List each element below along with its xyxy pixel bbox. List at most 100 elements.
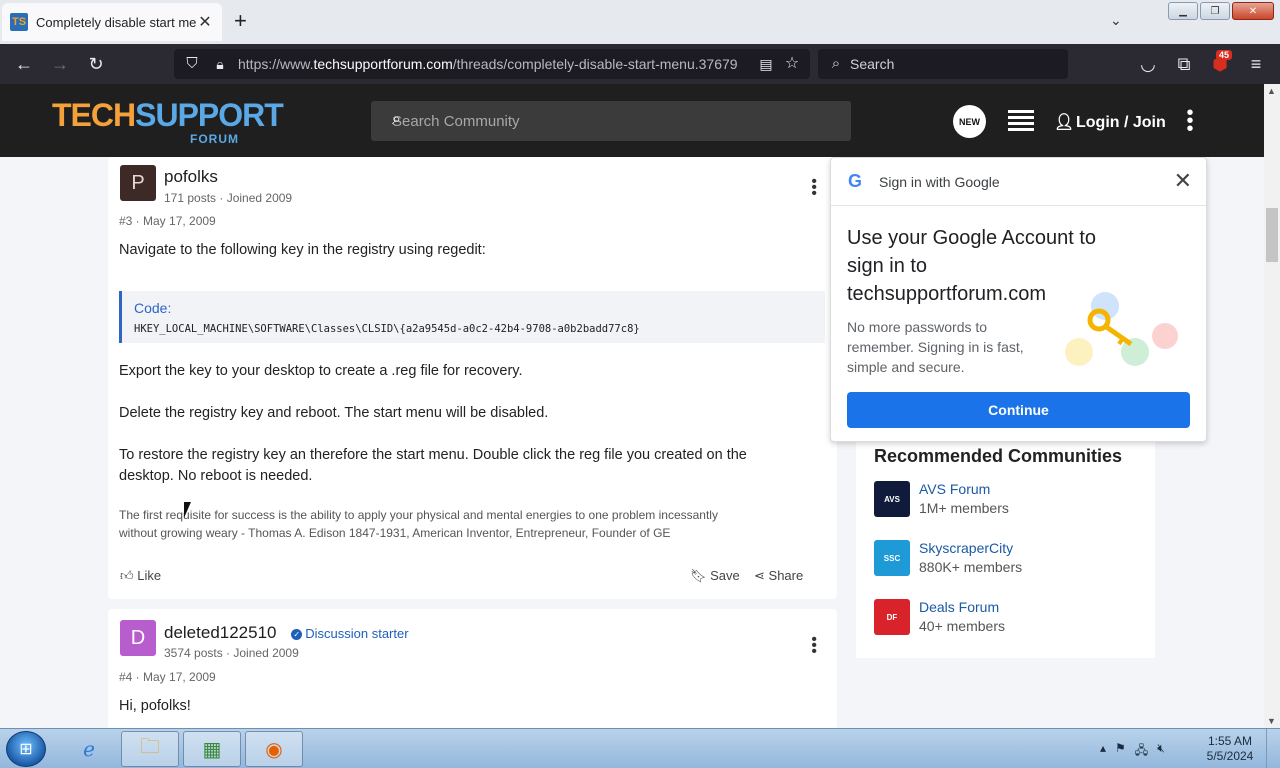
- avatar[interactable]: P: [120, 165, 156, 201]
- code-block: Code: HKEY_LOCAL_MACHINE\SOFTWARE\Classe…: [119, 291, 825, 343]
- post-user-meta: 171 posts · Joined 2009: [164, 191, 293, 205]
- back-arrow-icon[interactable]: ←: [14, 54, 34, 74]
- share-icon: ⋖: [754, 568, 765, 583]
- seven-zip-icon[interactable]: ▦: [183, 731, 241, 767]
- community-members: 40+ members: [919, 618, 1005, 634]
- post-more-options-icon[interactable]: • • •: [811, 632, 817, 660]
- forum-list-icon[interactable]: [1008, 110, 1034, 132]
- address-bar[interactable]: ⛉ 🔒︎ https://www.techsupportforum.com/th…: [174, 49, 810, 79]
- community-item-skyscrapercity[interactable]: SSC SkyscraperCity 880K+ members: [874, 540, 1144, 576]
- continue-button[interactable]: Continue: [847, 392, 1190, 428]
- site-logo[interactable]: TECHSUPPORT: [52, 98, 284, 132]
- browser-tab-bar: TS Completely disable start menu ✕ + ⌄ ▁…: [0, 0, 1280, 44]
- pocket-icon[interactable]: ◡: [1138, 54, 1158, 74]
- post-text-greeting: Hi, pofolks!: [119, 698, 191, 714]
- community-name[interactable]: Deals Forum: [919, 599, 999, 615]
- post-card: P pofolks 171 posts · Joined 2009 • • • #3…: [108, 157, 837, 599]
- recommended-title: Recommended Communities: [874, 446, 1123, 466]
- new-tab-plus-icon[interactable]: +: [234, 10, 247, 32]
- action-center-flag-icon[interactable]: ⚑: [1115, 741, 1126, 762]
- post-more-options-icon[interactable]: • • •: [811, 174, 817, 202]
- close-icon[interactable]: ✕: [1174, 168, 1192, 194]
- save-button[interactable]: 🔖︎ Save: [690, 568, 740, 584]
- internet-explorer-icon[interactable]: ℯ: [60, 731, 118, 767]
- post-text-restore: To restore the registry key an therefore…: [119, 447, 747, 484]
- bookmark-star-icon[interactable]: ☆: [782, 54, 802, 74]
- tab-close-icon[interactable]: ✕: [196, 12, 214, 32]
- tracking-shield-icon[interactable]: ⛉: [182, 54, 202, 74]
- page-scrollbar[interactable]: ▲ ▼: [1264, 84, 1280, 728]
- avatar[interactable]: D: [120, 620, 156, 656]
- google-popup-header-text: Sign in with Google: [879, 174, 1000, 190]
- search-icon[interactable]: ⌕: [392, 111, 839, 129]
- minimize-button[interactable]: ▁: [1168, 2, 1198, 20]
- list-all-tabs-chevron-icon[interactable]: ⌄: [1110, 12, 1122, 29]
- verified-check-icon: ✓: [291, 629, 303, 640]
- extension-badge: 45: [1216, 50, 1233, 60]
- thumbs-up-icon: 👍︎: [120, 568, 134, 583]
- community-name[interactable]: AVS Forum: [919, 481, 990, 497]
- reader-view-icon[interactable]: ▤: [756, 54, 776, 74]
- show-desktop-button[interactable]: [1266, 729, 1280, 768]
- scroll-down-arrow-icon[interactable]: ▼: [1267, 716, 1276, 726]
- post-number-date[interactable]: #4 · May 17, 2009: [119, 670, 216, 684]
- user-icon: 👤︎: [1054, 114, 1075, 131]
- user-signature: The first requisite for success is the a…: [119, 508, 718, 540]
- close-window-button[interactable]: ✕: [1232, 2, 1274, 20]
- more-options-icon[interactable]: • • •: [1183, 103, 1197, 139]
- post-username-row: deleted122510 ✓ Discussion starter: [164, 623, 409, 643]
- code-label: Code:: [134, 300, 172, 316]
- url-text[interactable]: https://www.techsupportforum.com/threads…: [238, 56, 750, 72]
- share-button[interactable]: ⋖ Share: [754, 568, 803, 584]
- file-explorer-icon[interactable]: 🗀︎: [121, 731, 179, 767]
- login-join-button[interactable]: 👤︎ Login / Join: [1054, 112, 1166, 132]
- lock-icon[interactable]: 🔒︎: [210, 54, 230, 74]
- windows-taskbar: ⊞ ℯ 🗀︎ ▦ ◉ ▴ ⚑ 🖧︎ 🔇︎ 1:55 AM 5/5/2024: [0, 728, 1280, 768]
- community-search-input[interactable]: Search Community ⌕: [371, 101, 851, 141]
- browser-search-input[interactable]: ⌕ Search: [818, 49, 1068, 79]
- reload-icon[interactable]: ↻: [86, 54, 106, 74]
- like-button[interactable]: 👍︎ Like: [120, 568, 161, 584]
- passkey-illustration-icon: [1065, 292, 1178, 366]
- bookmark-icon: 🔖︎: [690, 568, 707, 583]
- start-button[interactable]: ⊞: [6, 731, 46, 767]
- community-item-deals-forum[interactable]: DF Deals Forum 40+ members: [874, 599, 1144, 635]
- post-username[interactable]: deleted122510: [164, 623, 277, 642]
- post-user-meta: 3574 posts · Joined 2009: [164, 646, 299, 660]
- mouse-cursor-icon: [184, 502, 191, 518]
- clock-date: 5/5/2024: [1206, 749, 1254, 763]
- scroll-up-arrow-icon[interactable]: ▲: [1267, 86, 1276, 96]
- post-username[interactable]: pofolks: [164, 167, 218, 187]
- deals-forum-logo: DF: [874, 599, 910, 635]
- code-text[interactable]: HKEY_LOCAL_MACHINE\SOFTWARE\Classes\CLSI…: [134, 323, 640, 335]
- volume-muted-icon[interactable]: 🔇︎: [1157, 741, 1165, 762]
- browser-tab[interactable]: TS Completely disable start menu ✕: [2, 3, 222, 41]
- scrollbar-thumb[interactable]: [1266, 208, 1278, 262]
- show-hidden-icons-icon[interactable]: ▴: [1100, 741, 1106, 762]
- site-logo-subtitle: FORUM: [190, 132, 239, 146]
- extensions-puzzle-icon[interactable]: ⧉: [1174, 54, 1194, 74]
- community-members: 880K+ members: [919, 559, 1023, 575]
- new-posts-icon[interactable]: NEW: [953, 105, 986, 138]
- system-clock[interactable]: 1:55 AM 5/5/2024: [1200, 734, 1260, 764]
- community-item-avs-forum[interactable]: AVS AVS Forum 1M+ members: [874, 481, 1144, 517]
- community-name[interactable]: SkyscraperCity: [919, 540, 1013, 556]
- post-number-date[interactable]: #3 · May 17, 2009: [119, 214, 216, 228]
- avs-forum-logo: AVS: [874, 481, 910, 517]
- firefox-icon[interactable]: ◉: [245, 731, 303, 767]
- tab-title: Completely disable start menu: [36, 14, 196, 30]
- maximize-button[interactable]: ❐: [1200, 2, 1230, 20]
- app-menu-hamburger-icon[interactable]: ≡: [1246, 54, 1266, 74]
- post-card: D deleted122510 ✓ Discussion starter 3574…: [108, 609, 837, 739]
- community-members: 1M+ members: [919, 500, 1009, 516]
- browser-toolbar: ← → ↻ ⛉ 🔒︎ https://www.techsupportforum.…: [0, 44, 1280, 84]
- window-controls: ▁ ❐ ✕: [1168, 2, 1274, 20]
- network-icon[interactable]: 🖧︎: [1135, 741, 1148, 762]
- browser-search-placeholder: Search: [850, 56, 895, 72]
- google-popup-header: G Sign in with Google ✕: [831, 158, 1206, 206]
- skyscrapercity-logo: SSC: [874, 540, 910, 576]
- site-header: TECHSUPPORT FORUM Search Community ⌕ NEW…: [0, 84, 1264, 157]
- google-signin-popup: G Sign in with Google ✕ Use your Google …: [830, 157, 1207, 442]
- forward-arrow-icon[interactable]: →: [50, 54, 70, 74]
- discussion-starter-badge: ✓ Discussion starter: [291, 626, 409, 641]
